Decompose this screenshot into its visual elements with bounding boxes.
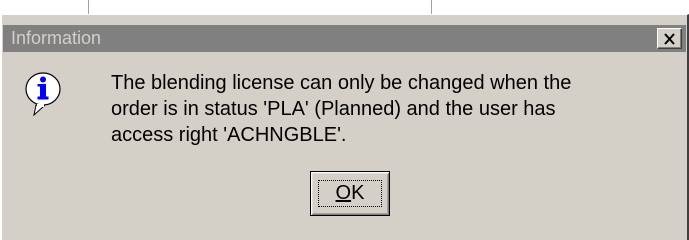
ok-button[interactable]: OK [310,171,390,216]
message-line: order is in status 'PLA' (Planned) and t… [111,98,556,120]
background-divider [88,0,89,14]
close-icon [664,32,675,45]
dialog-titlebar[interactable]: Information [3,25,686,52]
information-dialog: Information The blending license can onl… [0,14,689,240]
background-window-strip [0,0,689,14]
dialog-title: Information [11,28,102,48]
ok-button-label: OK [335,182,365,204]
dialog-message: The blending license can only be changed… [111,70,671,148]
message-line: access right 'ACHNGBLE'. [111,124,347,146]
background-divider [431,0,432,14]
close-button[interactable] [657,28,682,49]
info-icon [25,72,61,117]
message-line: The blending license can only be changed… [111,72,572,94]
